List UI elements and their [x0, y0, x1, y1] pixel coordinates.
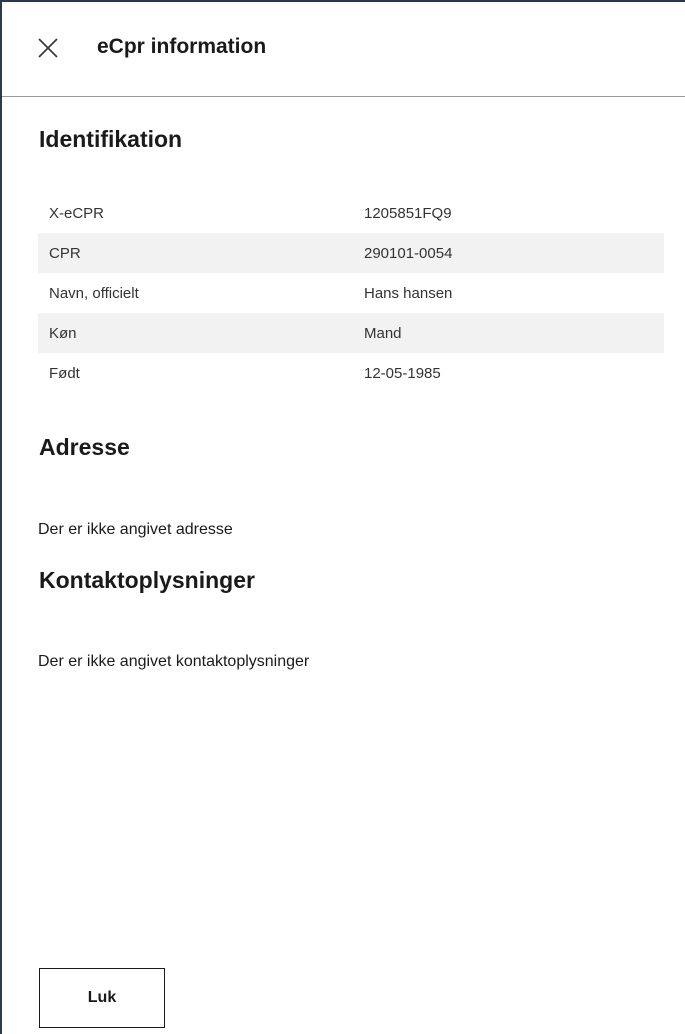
- table-row: Køn Mand: [38, 313, 664, 353]
- table-row: Født 12-05-1985: [38, 353, 664, 393]
- kontakt-empty-text: Der er ikke angivet kontaktoplysninger: [38, 653, 310, 670]
- table-row: Navn, officielt Hans hansen: [38, 273, 664, 313]
- identifikation-heading: Identifikation: [39, 126, 183, 152]
- adresse-heading: Adresse: [39, 434, 130, 460]
- row-value: 1205851FQ9: [364, 204, 452, 222]
- ecpr-info-panel: eCpr information Identifikation X-eCPR 1…: [0, 0, 685, 1034]
- identifikation-table: X-eCPR 1205851FQ9 CPR 290101-0054 Navn, …: [38, 193, 664, 393]
- row-label: Navn, officielt: [49, 284, 139, 302]
- row-label: Født: [49, 364, 80, 382]
- row-label: X-eCPR: [49, 204, 105, 222]
- close-button[interactable]: [27, 27, 69, 69]
- row-value: 12-05-1985: [364, 364, 441, 382]
- close-icon: [38, 38, 58, 58]
- panel-header: eCpr information: [2, 2, 685, 97]
- adresse-empty-text: Der er ikke angivet adresse: [38, 521, 233, 538]
- panel-title: eCpr information: [97, 35, 267, 58]
- row-value: 290101-0054: [364, 244, 453, 262]
- row-value: Hans hansen: [364, 284, 453, 302]
- table-row: X-eCPR 1205851FQ9: [38, 193, 664, 233]
- kontakt-heading: Kontaktoplysninger: [39, 567, 255, 593]
- row-label: Køn: [49, 324, 77, 342]
- luk-button[interactable]: Luk: [39, 968, 165, 1028]
- row-label: CPR: [49, 244, 81, 262]
- row-value: Mand: [364, 324, 402, 342]
- table-row: CPR 290101-0054: [38, 233, 664, 273]
